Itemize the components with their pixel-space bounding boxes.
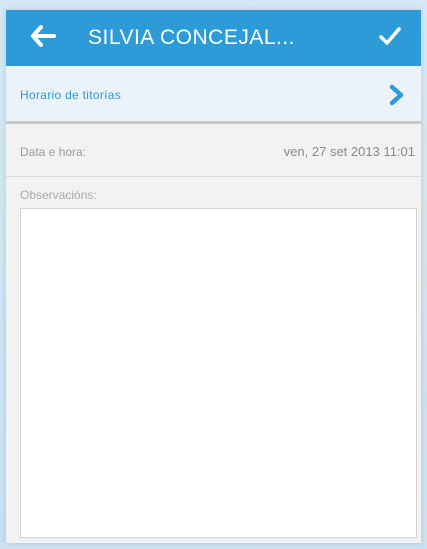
observations-label: Observacións: [20, 188, 97, 202]
arrow-left-icon [30, 24, 56, 52]
tutoring-schedule-label: Horario de titorías [20, 88, 122, 102]
checkmark-icon [378, 26, 402, 51]
app-frame: SILVIA CONCEJAL... Horario de titorías D… [0, 0, 427, 549]
tutoring-schedule-row[interactable]: Horario de titorías [6, 66, 421, 124]
confirm-button[interactable] [375, 23, 405, 53]
observations-textarea[interactable] [20, 208, 417, 538]
datetime-row: Data e hora: ven, 27 set 2013 11:01 [6, 127, 421, 177]
datetime-value: ven, 27 set 2013 11:01 [283, 144, 415, 159]
back-button[interactable] [28, 24, 58, 52]
chevron-right-icon [387, 84, 407, 106]
datetime-label: Data e hora: [20, 145, 87, 159]
top-bar: SILVIA CONCEJAL... [6, 10, 421, 66]
page-title: SILVIA CONCEJAL... [88, 26, 296, 49]
app-screen: SILVIA CONCEJAL... Horario de titorías D… [6, 10, 421, 543]
